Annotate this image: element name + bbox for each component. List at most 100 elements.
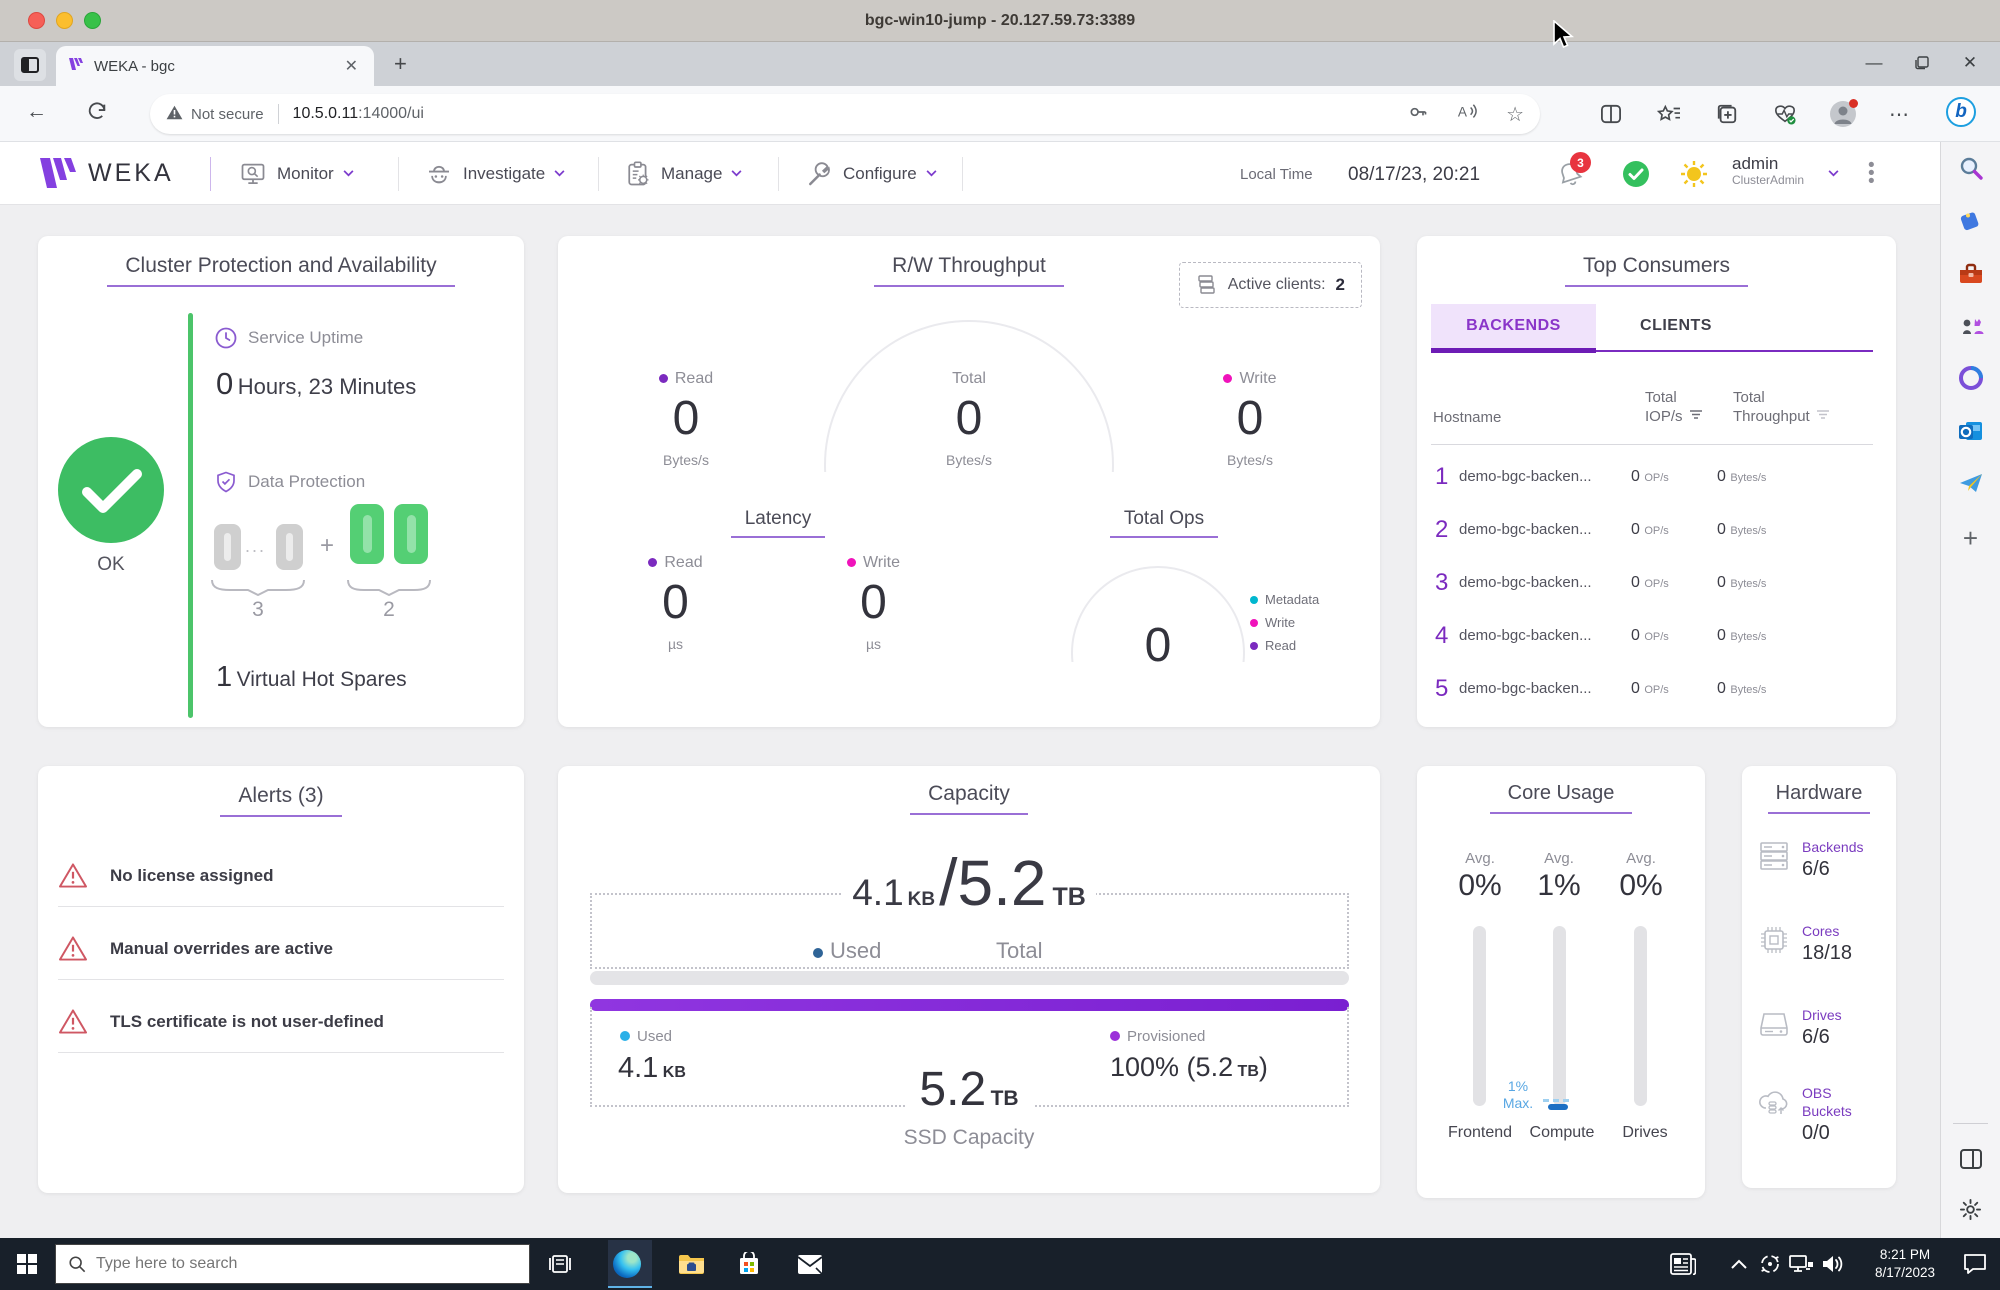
user-chevron-down-icon[interactable] (1828, 170, 1839, 177)
capacity-used-label: Used (813, 938, 881, 964)
windows-taskbar: 8:21 PM 8/17/2023 (0, 1238, 2000, 1290)
hardware-obs-buckets[interactable]: OBS Buckets 0/0 (1756, 1084, 1882, 1145)
profile-avatar[interactable] (1828, 99, 1858, 129)
read-dot (648, 558, 658, 567)
header-hostname[interactable]: Hostname (1433, 408, 1501, 427)
menu-investigate[interactable]: Investigate (424, 142, 565, 205)
favorites-icon[interactable] (1654, 99, 1684, 129)
nav-divider (210, 157, 211, 191)
sort-filter-icon[interactable] (1689, 410, 1702, 421)
hardware-drives[interactable]: Drives 6/6 (1756, 1006, 1842, 1049)
header-total-iops[interactable]: Total IOP/s (1645, 388, 1702, 426)
start-button[interactable] (12, 1249, 42, 1279)
table-row[interactable]: 1 demo-bgc-backen... 0 OP/s 0 Bytes/s (1417, 450, 1896, 503)
table-row[interactable]: 2 demo-bgc-backen... 0 OP/s 0 Bytes/s (1417, 503, 1896, 556)
sidebar-toolbox-icon[interactable] (1957, 260, 1985, 288)
sidebar-search-icon[interactable] (1957, 154, 1985, 182)
taskbar-search-box[interactable] (55, 1244, 530, 1284)
clock-time: 8:21 PM (1879, 1247, 1931, 1262)
theme-sun-icon[interactable] (1680, 160, 1708, 193)
tab-backends[interactable]: BACKENDS (1431, 304, 1596, 348)
sidebar-add-icon[interactable]: + (1957, 523, 1985, 553)
mail-icon[interactable] (795, 1249, 825, 1279)
cluster-health-status-icon[interactable] (1622, 160, 1650, 193)
show-hidden-icons-chevron[interactable] (1724, 1249, 1754, 1279)
sidebar-shopping-icon[interactable] (1957, 206, 1985, 234)
menu-monitor-label: Monitor (277, 163, 334, 183)
sort-filter-icon[interactable] (1816, 410, 1829, 421)
refresh-icon[interactable] (86, 100, 108, 128)
cluster-ok-icon (58, 437, 164, 543)
password-key-icon[interactable] (1408, 102, 1428, 127)
action-center-icon[interactable] (1960, 1249, 1990, 1279)
write-dot (1223, 374, 1233, 383)
taskbar-clock[interactable]: 8:21 PM 8/17/2023 (1862, 1246, 1948, 1282)
nav-divider (778, 157, 779, 191)
browser-essentials-icon[interactable] (1770, 99, 1800, 129)
back-icon[interactable]: ← (26, 100, 47, 124)
sidebar-m365-icon[interactable] (1957, 364, 1985, 392)
browser-tab[interactable]: WEKA - bgc ✕ (56, 46, 374, 86)
user-menu[interactable]: admin ClusterAdmin (1732, 154, 1804, 189)
volume-icon[interactable] (1818, 1249, 1848, 1279)
microsoft-store-icon[interactable] (734, 1249, 764, 1279)
search-input[interactable] (96, 1255, 476, 1273)
latency-title: Latency (730, 508, 826, 538)
split-screen-icon[interactable] (1596, 99, 1626, 129)
more-options-icon[interactable]: ⋯ (1884, 99, 1914, 129)
sidebar-drop-icon[interactable] (1957, 469, 1985, 497)
url-host[interactable]: 10.5.0.11 (293, 105, 359, 123)
sidebar-settings-gear-icon[interactable] (1957, 1195, 1985, 1223)
bing-discover-icon[interactable]: b (1946, 97, 1976, 127)
taskbar-edge-icon[interactable] (612, 1249, 642, 1279)
alert-item[interactable]: TLS certificate is not user-defined (58, 1008, 504, 1053)
file-explorer-icon[interactable] (676, 1249, 706, 1279)
read-aloud-icon[interactable]: A (1456, 102, 1478, 127)
favorite-star-icon[interactable]: ☆ (1506, 102, 1524, 127)
header-total-throughput[interactable]: Total Throughput (1733, 388, 1829, 426)
window-minimize-button[interactable]: — (1852, 44, 1896, 82)
active-clients-box[interactable]: Active clients: 2 (1178, 262, 1362, 308)
news-widget-icon[interactable] (1668, 1249, 1698, 1279)
drives-label: Drives (1622, 1124, 1668, 1141)
alert-item[interactable]: Manual overrides are active (58, 935, 504, 980)
sidebar-games-icon[interactable] (1957, 312, 1985, 340)
sidebar-panel-icon[interactable] (1957, 1145, 1985, 1173)
new-tab-button[interactable]: + (394, 53, 407, 75)
throughput-title: R/W Throughput (874, 254, 1064, 287)
task-view-icon[interactable] (545, 1249, 575, 1279)
screen: bgc-win10-jump - 20.127.59.73:3389 WEKA … (0, 0, 2000, 1290)
network-icon[interactable] (1786, 1249, 1816, 1279)
notifications-bell[interactable]: 3 (1556, 152, 1591, 193)
tab-close-icon[interactable]: ✕ (341, 56, 362, 76)
local-time-value: 08/17/23, 20:21 (1348, 164, 1481, 185)
weka-logo[interactable]: WEKA (38, 156, 174, 190)
table-row[interactable]: 4 demo-bgc-backen... 0 OP/s 0 Bytes/s (1417, 609, 1896, 662)
manage-icon (628, 161, 649, 185)
provisioned-dot (1110, 1031, 1120, 1041)
window-maximize-button[interactable] (1900, 44, 1944, 82)
menu-configure[interactable]: Configure (804, 142, 937, 205)
sidebar-outlook-icon[interactable] (1957, 417, 1985, 445)
menu-manage[interactable]: Manage (624, 142, 742, 205)
drives-avg-value: 0% (1619, 869, 1663, 902)
throughput-read-metric: Read 0 Bytes/s (606, 370, 766, 468)
uptime-clock-icon (215, 327, 237, 349)
alert-item[interactable]: No license assigned (58, 862, 504, 907)
local-time-label: Local Time (1240, 166, 1313, 183)
menu-monitor[interactable]: Monitor (238, 142, 354, 205)
nav-more-menu-icon[interactable]: • • • (1868, 156, 1875, 191)
not-secure-label[interactable]: Not secure (191, 106, 264, 123)
collections-icon[interactable] (1712, 99, 1742, 129)
url-path[interactable]: :14000/ui (358, 105, 424, 123)
window-close-button[interactable]: ✕ (1948, 44, 1992, 82)
address-bar[interactable]: Not secure 10.5.0.11 :14000/ui A ☆ (150, 94, 1540, 134)
hardware-cores[interactable]: Cores 18/18 (1756, 922, 1852, 965)
onedrive-sync-icon[interactable] (1755, 1249, 1785, 1279)
table-row[interactable]: 3 demo-bgc-backen... 0 OP/s 0 Bytes/s (1417, 556, 1896, 609)
server-icon (1760, 842, 1788, 870)
tab-actions-button[interactable] (14, 49, 46, 81)
tab-clients[interactable]: CLIENTS (1596, 304, 1756, 348)
hardware-backends[interactable]: Backends 6/6 (1756, 838, 1863, 881)
table-row[interactable]: 5 demo-bgc-backen... 0 OP/s 0 Bytes/s (1417, 662, 1896, 715)
